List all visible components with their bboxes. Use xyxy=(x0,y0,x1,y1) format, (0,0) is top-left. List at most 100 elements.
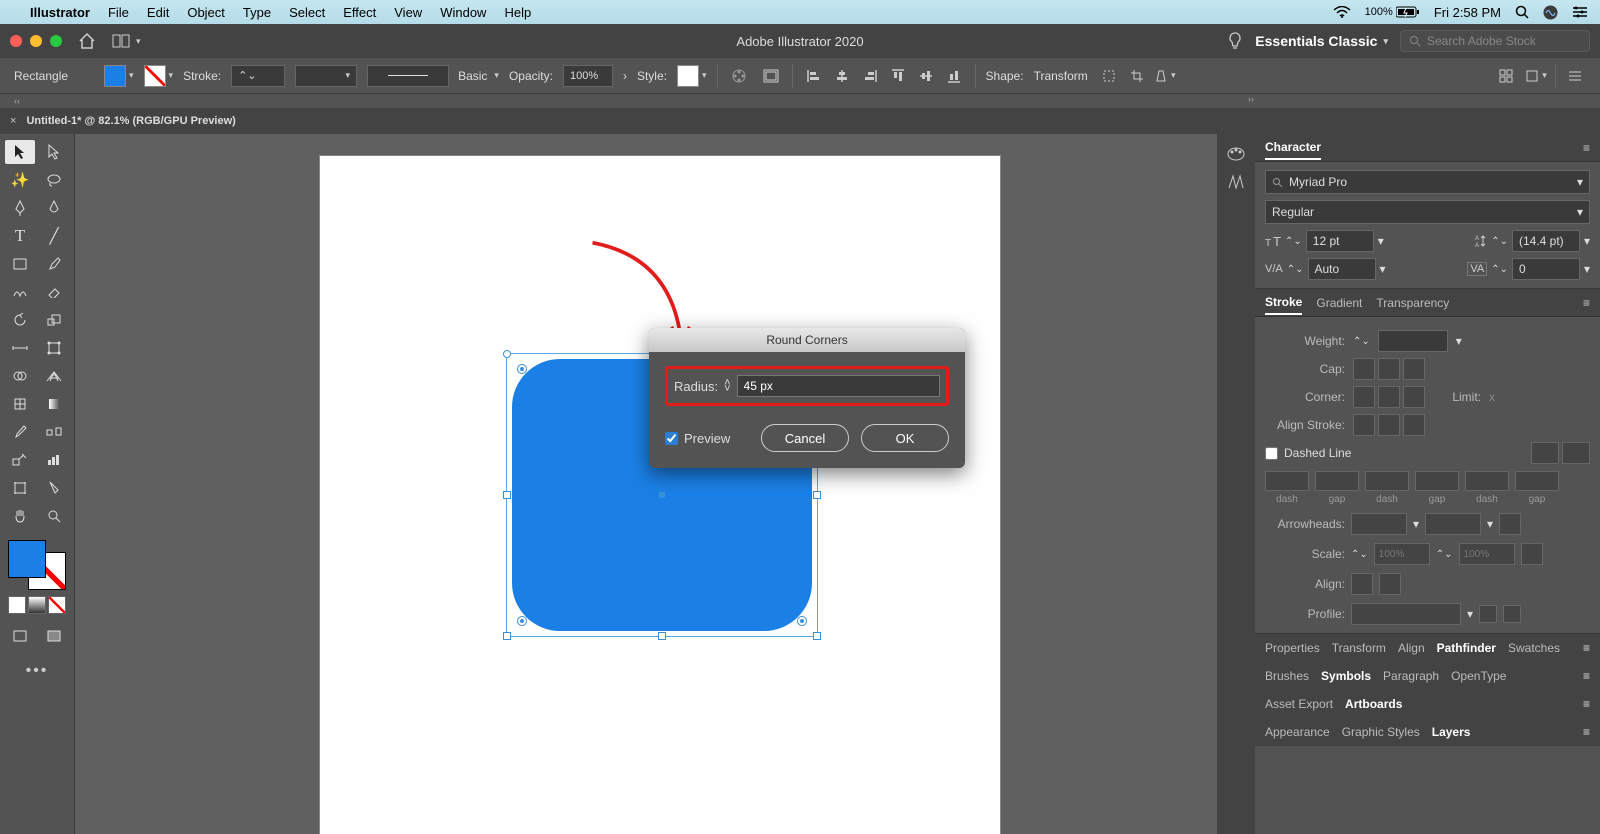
tab-paragraph[interactable]: Paragraph xyxy=(1383,669,1439,683)
menu-help[interactable]: Help xyxy=(504,5,531,20)
align-hcenter-icon[interactable] xyxy=(831,65,853,87)
control-center-icon[interactable] xyxy=(1572,6,1588,18)
color-guide-icon[interactable] xyxy=(1227,174,1245,190)
dash-field[interactable] xyxy=(1265,471,1309,491)
home-button[interactable] xyxy=(78,33,96,49)
arrange-documents[interactable]: ▾ xyxy=(112,34,141,48)
direct-selection-tool[interactable] xyxy=(39,140,69,164)
scale-tool[interactable] xyxy=(39,308,69,332)
color-mode-solid[interactable] xyxy=(8,596,26,614)
flip-across[interactable] xyxy=(1503,605,1521,623)
scale-end[interactable]: 100% xyxy=(1459,543,1515,565)
dash-field[interactable] xyxy=(1365,471,1409,491)
live-corner-widget[interactable] xyxy=(797,616,807,626)
menu-object[interactable]: Object xyxy=(187,5,225,20)
opacity-dropdown[interactable]: › xyxy=(623,69,627,83)
arrow-align-end[interactable] xyxy=(1379,573,1401,595)
tab-artboards[interactable]: Artboards xyxy=(1345,697,1402,711)
gap-field[interactable] xyxy=(1515,471,1559,491)
align-vcenter-icon[interactable] xyxy=(915,65,937,87)
type-tool[interactable]: T xyxy=(5,224,35,248)
color-mode-none[interactable] xyxy=(48,596,66,614)
perspective-icon[interactable]: ▾ xyxy=(1154,65,1176,87)
panel-menu-icon[interactable]: ≡ xyxy=(1583,669,1590,683)
tab-align[interactable]: Align xyxy=(1398,641,1425,655)
hand-tool[interactable] xyxy=(5,504,35,528)
symbol-sprayer-tool[interactable] xyxy=(5,448,35,472)
free-transform-tool[interactable] xyxy=(39,336,69,360)
dash-preserve[interactable] xyxy=(1531,442,1559,464)
select-similar-icon[interactable] xyxy=(1495,65,1517,87)
align-inside[interactable] xyxy=(1378,414,1400,436)
panel-menu-icon[interactable]: ≡ xyxy=(1583,641,1590,655)
canvas[interactable]: Round Corners Radius: ˄˅ Preview Cancel … xyxy=(75,134,1217,834)
menu-type[interactable]: Type xyxy=(243,5,271,20)
discover-icon[interactable] xyxy=(1227,32,1243,50)
stroke-swatch[interactable]: ▾ xyxy=(144,65,174,87)
gradient-tool[interactable] xyxy=(39,392,69,416)
panel-menu-icon[interactable]: ≡ xyxy=(1583,725,1590,739)
dash-field[interactable] xyxy=(1465,471,1509,491)
collapse-controlbar[interactable]: ‹‹ xyxy=(0,94,1600,108)
ok-button[interactable]: OK xyxy=(861,424,949,452)
panel-menu-icon[interactable]: ≡ xyxy=(1583,296,1590,310)
slice-tool[interactable] xyxy=(39,476,69,500)
spotlight-icon[interactable] xyxy=(1515,5,1529,19)
menu-window[interactable]: Window xyxy=(440,5,486,20)
siri-icon[interactable] xyxy=(1543,5,1558,20)
live-corner-widget[interactable] xyxy=(517,364,527,374)
shaper-tool[interactable] xyxy=(5,280,35,304)
magic-wand-tool[interactable]: ✨ xyxy=(5,168,35,192)
shape-label[interactable]: Shape: xyxy=(986,69,1024,83)
tab-transform[interactable]: Transform xyxy=(1332,641,1386,655)
graphic-style[interactable]: ▾ xyxy=(677,65,707,87)
resize-handle[interactable] xyxy=(813,491,821,499)
cap-butt[interactable] xyxy=(1353,358,1375,380)
stepper-icon[interactable]: ⌃⌄ xyxy=(1491,264,1508,275)
fill-stroke-indicator[interactable] xyxy=(8,540,66,590)
isolate-icon[interactable] xyxy=(1098,65,1120,87)
color-panel-icon[interactable] xyxy=(1226,146,1246,162)
cancel-button[interactable]: Cancel xyxy=(761,424,849,452)
minimize-window[interactable] xyxy=(30,35,42,47)
tab-pathfinder[interactable]: Pathfinder xyxy=(1437,641,1496,655)
column-graph-tool[interactable] xyxy=(39,448,69,472)
fill-swatch[interactable]: ▾ xyxy=(104,65,134,87)
arrow-start[interactable] xyxy=(1351,513,1407,535)
width-tool[interactable] xyxy=(5,336,35,360)
tab-brushes[interactable]: Brushes xyxy=(1265,669,1309,683)
crop-icon[interactable] xyxy=(1126,65,1148,87)
close-window[interactable] xyxy=(10,35,22,47)
screen-mode-switch[interactable] xyxy=(39,624,69,648)
align-right-icon[interactable] xyxy=(859,65,881,87)
resize-handle[interactable] xyxy=(503,632,511,640)
curvature-tool[interactable] xyxy=(39,196,69,220)
gap-field[interactable] xyxy=(1315,471,1359,491)
eraser-tool[interactable] xyxy=(39,280,69,304)
arrow-align-tip[interactable] xyxy=(1351,573,1373,595)
align-center[interactable] xyxy=(1353,414,1375,436)
menu-select[interactable]: Select xyxy=(289,5,325,20)
pen-tool[interactable] xyxy=(5,196,35,220)
preview-checkbox[interactable]: Preview xyxy=(665,431,730,446)
link-scale[interactable] xyxy=(1521,543,1543,565)
opacity-field[interactable]: 100% xyxy=(563,65,613,87)
tab-properties[interactable]: Properties xyxy=(1265,641,1320,655)
color-mode-gradient[interactable] xyxy=(28,596,46,614)
menu-edit[interactable]: Edit xyxy=(147,5,169,20)
tab-graphic-styles[interactable]: Graphic Styles xyxy=(1342,725,1420,739)
variable-width-profile[interactable]: ▾ xyxy=(295,65,357,87)
recolor-icon[interactable] xyxy=(728,65,750,87)
tab-appearance[interactable]: Appearance xyxy=(1265,725,1330,739)
menu-file[interactable]: File xyxy=(108,5,129,20)
leading-field[interactable]: (14.4 pt) xyxy=(1512,230,1580,252)
eyedropper-tool[interactable] xyxy=(5,420,35,444)
menu-view[interactable]: View xyxy=(394,5,422,20)
clock[interactable]: Fri 2:58 PM xyxy=(1434,5,1501,20)
corner-round[interactable] xyxy=(1378,386,1400,408)
selection-tool[interactable] xyxy=(5,140,35,164)
collapse-panels[interactable]: ›› xyxy=(1248,94,1254,104)
fill-color-box[interactable] xyxy=(8,540,46,578)
panel-menu-icon[interactable]: ≡ xyxy=(1583,697,1590,711)
corner-bevel[interactable] xyxy=(1403,386,1425,408)
